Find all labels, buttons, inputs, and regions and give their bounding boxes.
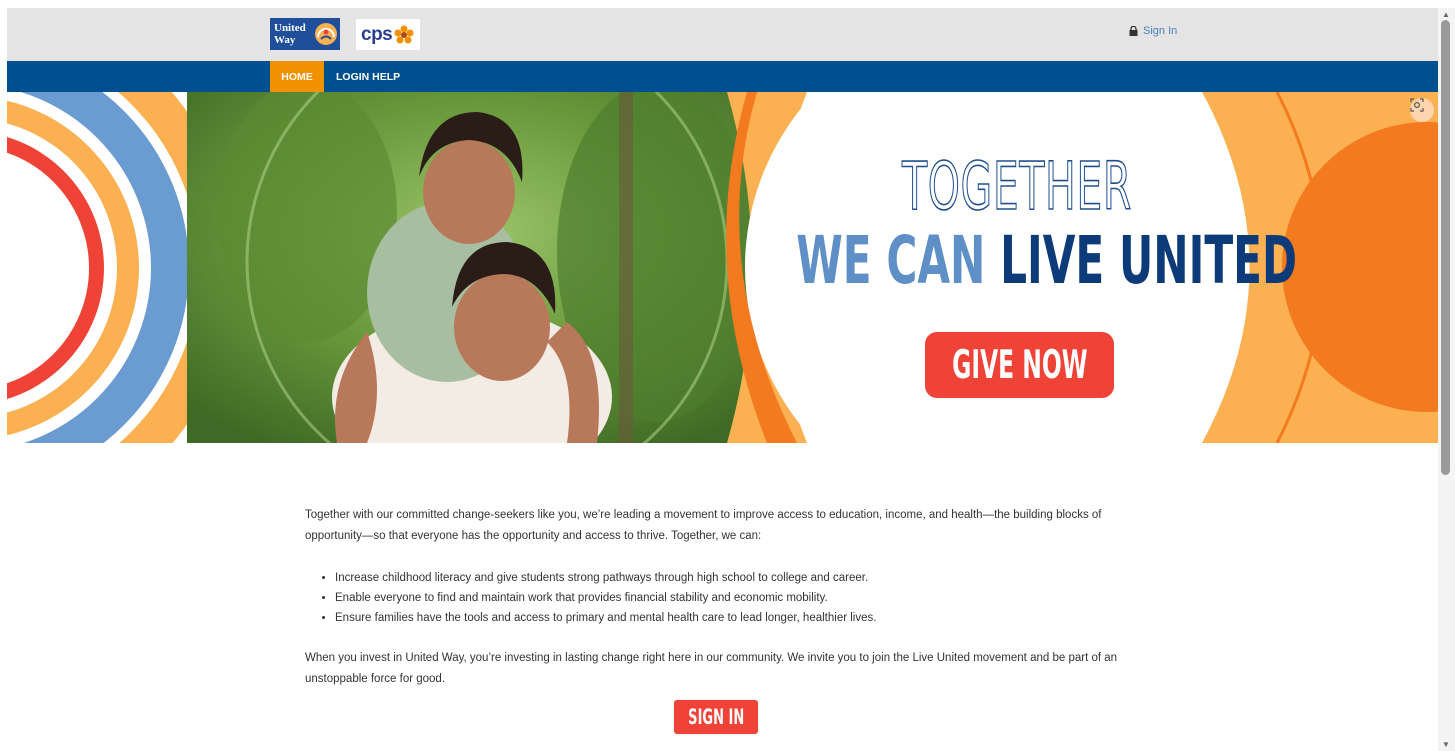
hero-headline-line2: WE CAN LIVE UNITED [796,222,1297,299]
hero-banner: TOGETHER WE CAN LIVE UNITED GIVE NOW [7,92,1438,443]
main-nav: HOME LOGIN HELP [7,61,1438,92]
nav-home[interactable]: HOME [270,61,324,92]
give-now-label: GIVE NOW [951,342,1088,388]
scroll-down-icon[interactable]: ▼ [1442,740,1450,749]
list-item: Ensure families have the tools and acces… [335,608,1135,628]
sign-in-button-label: SIGN IN [687,705,745,729]
hero-headline-live-united: LIVE UNITED [1000,222,1298,299]
intro-paragraph: Together with our committed change-seeke… [305,509,1102,542]
nav-login-help[interactable]: LOGIN HELP [336,61,400,92]
page-scrollbar[interactable]: ▲ ▼ [1438,8,1455,751]
scrollbar-thumb[interactable] [1441,20,1450,475]
sign-in-button[interactable]: SIGN IN [674,700,758,734]
united-way-logo-text: United Way [271,19,313,49]
lock-icon [1129,26,1138,36]
header-sign-in-label: Sign In [1143,25,1178,37]
give-now-button[interactable]: GIVE NOW [925,332,1114,398]
goals-list: Increase childhood literacy and give stu… [305,568,1135,628]
united-way-emblem-icon [313,19,339,49]
hero-headline-line1: TOGETHER [902,148,1132,225]
cps-flower-icon [394,25,414,43]
header-sign-in-link[interactable]: Sign In [1129,25,1177,37]
hero-headline: TOGETHER WE CAN LIVE UNITED [792,148,1297,299]
lens-icon[interactable] [1410,98,1434,122]
list-item: Enable everyone to find and maintain wor… [335,588,1135,608]
closing-paragraph: When you invest in United Way, you’re in… [305,652,1118,685]
list-item: Increase childhood literacy and give stu… [335,568,1135,588]
cps-logo[interactable]: cps [356,19,420,50]
united-way-logo[interactable]: United Way [270,18,340,50]
page: United Way cps Sign In HOME LOGIN HELP T… [7,8,1438,751]
scroll-up-icon[interactable]: ▲ [1442,10,1450,19]
hero-headline-we-can: WE CAN [796,222,1001,299]
main-content: Together with our committed change-seeke… [305,505,1135,690]
cps-logo-text: cps [361,23,393,45]
top-header: United Way cps Sign In [7,8,1438,61]
